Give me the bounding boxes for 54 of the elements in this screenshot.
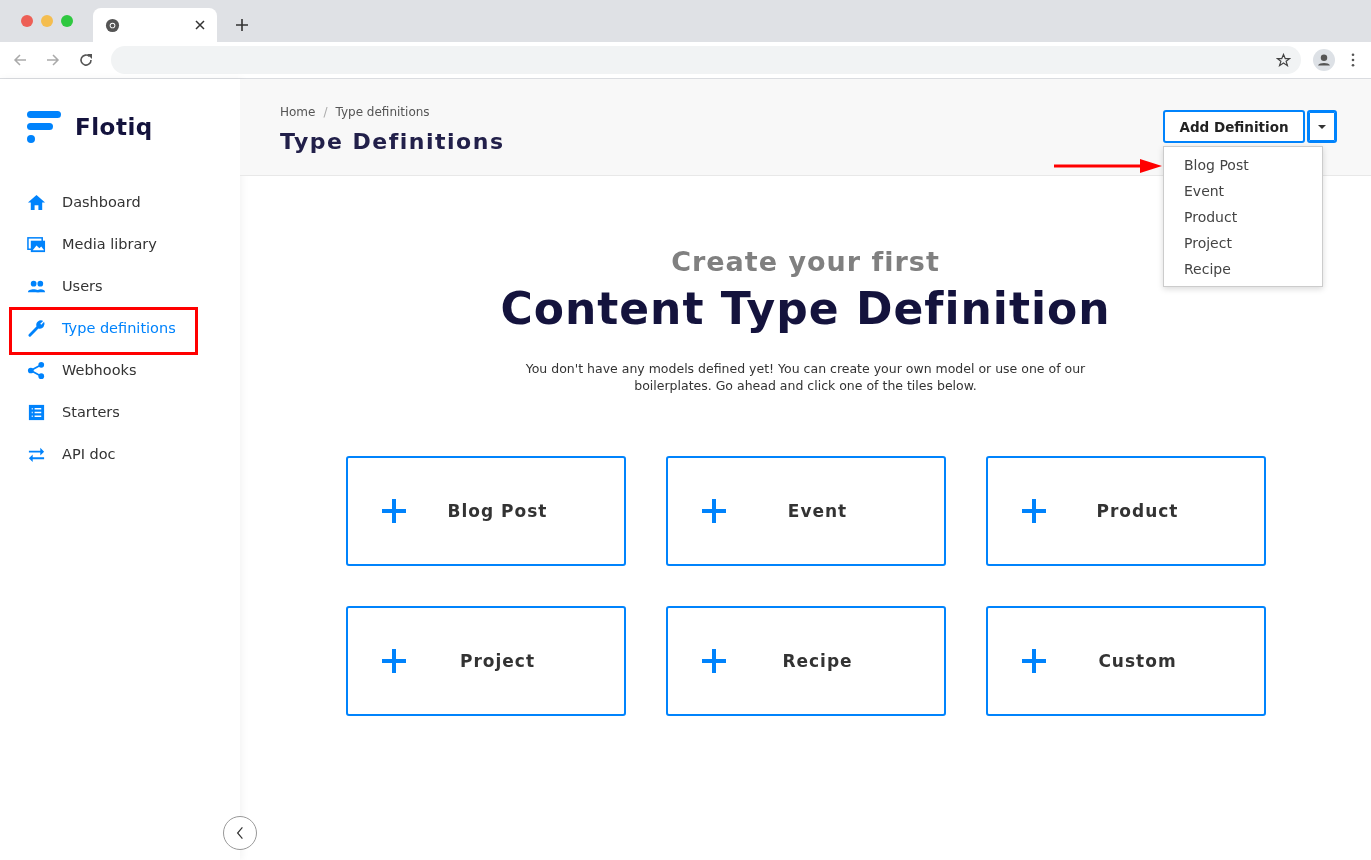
- dropdown-item[interactable]: Product: [1164, 204, 1322, 230]
- sidebar-item[interactable]: API doc: [0, 433, 240, 475]
- list-icon: [27, 402, 46, 422]
- browser-tab[interactable]: [93, 8, 217, 42]
- profile-icon[interactable]: [1313, 49, 1335, 71]
- back-icon[interactable]: [12, 52, 28, 68]
- breadcrumb-separator: /: [323, 105, 328, 119]
- home-icon: [27, 192, 46, 212]
- dropdown-item[interactable]: Recipe: [1164, 256, 1322, 282]
- dropdown-item[interactable]: Blog Post: [1164, 152, 1322, 178]
- sidebar-item[interactable]: Starters: [0, 391, 240, 433]
- plus-icon: [381, 649, 406, 673]
- template-tile[interactable]: Custom: [985, 606, 1266, 716]
- collapse-sidebar-button[interactable]: [223, 816, 257, 850]
- template-tile[interactable]: Project: [345, 606, 626, 716]
- new-tab-icon[interactable]: [236, 19, 248, 31]
- sidebar-item[interactable]: Type definitions: [0, 307, 240, 349]
- sidebar-item[interactable]: Media library: [0, 223, 240, 265]
- plus-icon: [701, 499, 726, 523]
- caret-icon: [1318, 124, 1326, 129]
- breadcrumb-current: Type definitions: [335, 105, 430, 119]
- plus-icon: [1021, 649, 1046, 673]
- close-tab-icon[interactable]: [195, 20, 205, 30]
- dropdown-item[interactable]: Event: [1164, 178, 1322, 204]
- page-title: Type Definitions: [280, 129, 505, 154]
- bookmark-star-icon[interactable]: [1276, 52, 1291, 68]
- reload-icon[interactable]: [78, 52, 94, 68]
- brand-name: Flotiq: [75, 114, 153, 140]
- close-window-icon[interactable]: [21, 15, 33, 27]
- dropdown-item[interactable]: Project: [1164, 230, 1322, 256]
- plus-icon: [381, 499, 406, 523]
- add-definition-button[interactable]: Add Definition: [1163, 110, 1305, 143]
- logo-icon: [27, 110, 61, 144]
- sidebar-item[interactable]: Dashboard: [0, 181, 240, 223]
- plus-icon: [701, 649, 726, 673]
- sidebar-item[interactable]: Webhooks: [0, 349, 240, 391]
- hero-description: You don't have any models defined yet! You can create your own model or use one of our boilerplates. Go ahead and click one of the tiles below.: [525, 360, 1086, 394]
- browser-logo-icon: [105, 17, 120, 33]
- image-icon: [27, 234, 46, 254]
- sidebar-item[interactable]: Users: [0, 265, 240, 307]
- wrench-icon: [27, 318, 46, 338]
- menu-icon[interactable]: [1351, 53, 1355, 67]
- dropdown-toggle-button[interactable]: [1307, 110, 1337, 143]
- hero-title: Content Type Definition: [500, 283, 1111, 334]
- forward-icon[interactable]: [45, 52, 61, 68]
- share-icon: [27, 360, 46, 380]
- template-tile[interactable]: Product: [985, 456, 1266, 566]
- template-tile[interactable]: Recipe: [665, 606, 946, 716]
- breadcrumb-link[interactable]: Home: [280, 105, 316, 119]
- plus-icon: [1021, 499, 1046, 523]
- hero-kicker: Create your first: [671, 246, 940, 277]
- chevron-left-icon: [236, 826, 244, 840]
- template-tile[interactable]: Blog Post: [345, 456, 626, 566]
- template-tile[interactable]: Event: [665, 456, 946, 566]
